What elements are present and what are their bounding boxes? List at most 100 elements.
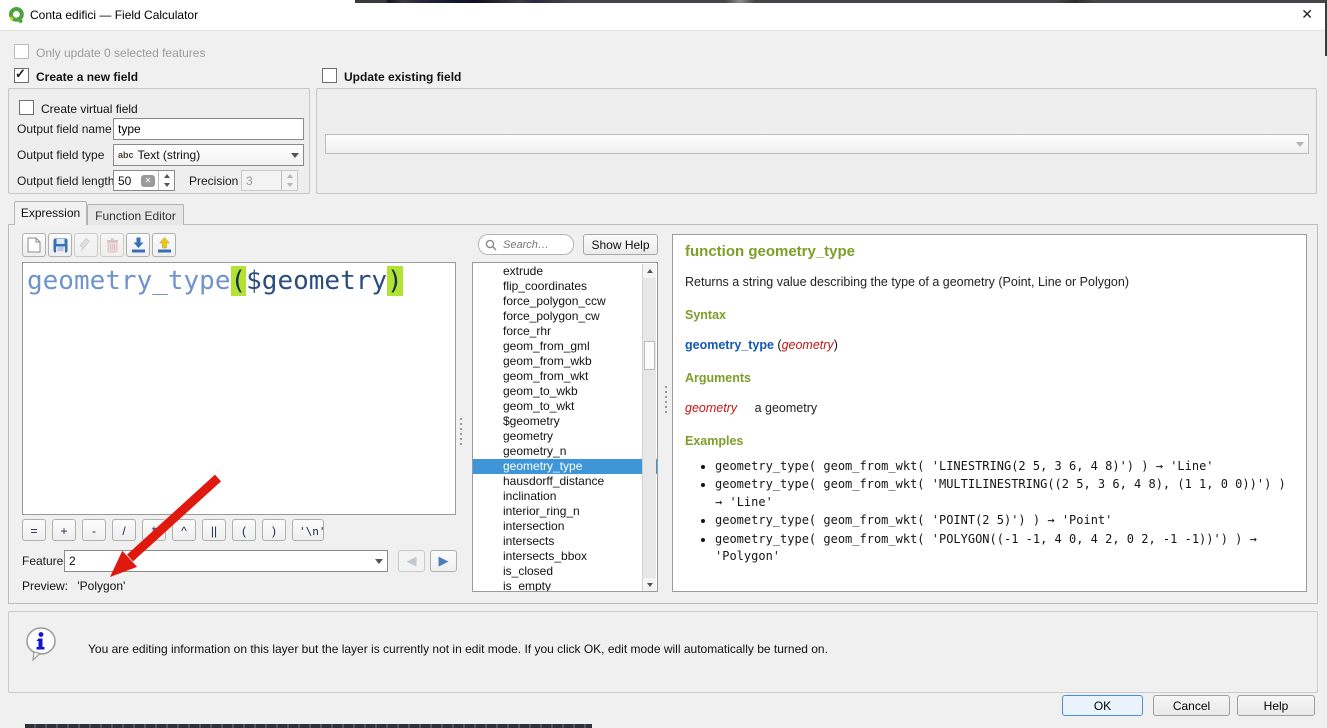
examples-list: geometry_type( geom_from_wkt( 'LINESTRIN… (685, 458, 1294, 565)
function-list-item[interactable]: extrude (473, 264, 657, 279)
function-list-item[interactable]: geom_from_gml (473, 339, 657, 354)
output-field-name-input[interactable] (113, 118, 304, 140)
function-list-item[interactable]: force_rhr (473, 324, 657, 339)
trash-icon (106, 238, 119, 253)
function-list-item-selected[interactable]: geometry_type (473, 459, 657, 474)
function-list-item[interactable]: geom_from_wkt (473, 369, 657, 384)
new-expression-button[interactable] (22, 233, 46, 257)
function-search-box[interactable] (478, 234, 574, 255)
function-list-item[interactable]: is_closed (473, 564, 657, 579)
scrollbar-thumb[interactable] (644, 341, 655, 370)
splitter-handle[interactable] (664, 386, 668, 413)
function-list-item[interactable]: flip_coordinates (473, 279, 657, 294)
checkbox-icon[interactable] (19, 100, 34, 115)
checkbox-icon (14, 44, 29, 59)
spin-buttons[interactable] (158, 171, 174, 190)
download-arrow-icon (131, 237, 146, 253)
example-code: geometry_type( geom_from_wkt( 'POLYGON((… (715, 532, 1242, 546)
output-field-length-spinbox[interactable]: 50 ✕ (113, 170, 175, 191)
help-button[interactable]: Help (1237, 695, 1315, 716)
output-field-length-value: 50 (114, 174, 141, 188)
create-new-field-label: Create a new field (36, 70, 138, 84)
background-app-strip-top (355, 0, 1327, 3)
tab-expression[interactable]: Expression (14, 201, 87, 225)
next-feature-button[interactable]: ▶ (430, 550, 457, 572)
help-description: Returns a string value describing the ty… (685, 275, 1294, 289)
function-list-item[interactable]: geom_to_wkt (473, 399, 657, 414)
result-arrow: → (715, 495, 722, 509)
argument-name: geometry (685, 401, 737, 415)
operator-plus-button[interactable]: + (52, 519, 76, 541)
create-new-field-checkbox[interactable]: Create a new field (14, 68, 138, 84)
existing-field-combo (325, 134, 1309, 154)
create-virtual-field-checkbox[interactable]: Create virtual field (19, 100, 138, 116)
help-title: function geometry_type (685, 243, 1294, 260)
blank-page-icon (27, 237, 41, 253)
function-list-item[interactable]: intersects (473, 534, 657, 549)
example-result: 'Point' (1062, 513, 1113, 527)
close-icon[interactable]: ✕ (1301, 6, 1313, 23)
function-list-item[interactable]: hausdorff_distance (473, 474, 657, 489)
tab-expression-label: Expression (21, 206, 80, 220)
function-list-item[interactable]: force_polygon_ccw (473, 294, 657, 309)
feature-value: 2 (69, 554, 76, 568)
function-list-item[interactable]: geom_to_wkb (473, 384, 657, 399)
syntax-function-name: geometry_type (685, 338, 774, 352)
examples-heading: Examples (685, 434, 1294, 448)
function-list-scrollbar[interactable] (642, 264, 656, 592)
operator-newline-button[interactable]: '\n' (292, 519, 324, 541)
edit-mode-warning: You are editing information on this laye… (88, 642, 1188, 656)
function-search-input[interactable] (501, 238, 565, 252)
precision-spinbox: 3 (241, 170, 298, 191)
operator-equals-button[interactable]: = (22, 519, 46, 541)
cancel-button[interactable]: Cancel (1153, 695, 1230, 716)
function-list-item[interactable]: intersects_bbox (473, 549, 657, 564)
ok-button[interactable]: OK (1062, 695, 1143, 716)
chevron-down-icon (1296, 142, 1304, 147)
function-list-item[interactable]: geometry_n (473, 444, 657, 459)
operator-close-paren-button[interactable]: ) (262, 519, 286, 541)
function-list-item[interactable]: interior_ring_n (473, 504, 657, 519)
syntax-open-paren: ( (774, 338, 782, 352)
function-list-item[interactable]: $geometry (473, 414, 657, 429)
background-app-strip-bottom (25, 724, 592, 728)
function-list-item[interactable]: is_empty (473, 579, 657, 592)
back-arrow-icon: ◀ (407, 553, 417, 568)
arguments-heading: Arguments (685, 371, 1294, 385)
checkbox-checked-icon[interactable] (14, 68, 29, 83)
function-list[interactable]: extrude flip_coordinates force_polygon_c… (472, 262, 658, 592)
only-update-selected-label: Only update 0 selected features (36, 46, 205, 60)
tab-function-editor[interactable]: Function Editor (87, 204, 184, 225)
pencil-icon (79, 238, 93, 252)
splitter-handle[interactable] (459, 418, 463, 445)
update-existing-field-group (316, 88, 1317, 194)
chevron-down-icon (375, 559, 383, 564)
show-help-button[interactable]: Show Help (583, 234, 658, 255)
function-list-item[interactable]: intersection (473, 519, 657, 534)
update-existing-field-checkbox[interactable]: Update existing field (322, 68, 461, 84)
title-bar: Conta edifici — Field Calculator ✕ (0, 0, 1327, 31)
floppy-disk-icon (53, 238, 68, 253)
save-expression-button[interactable] (48, 233, 72, 257)
checkbox-icon[interactable] (322, 68, 337, 83)
example-item: geometry_type( geom_from_wkt( 'MULTILINE… (715, 476, 1294, 511)
example-code: geometry_type( geom_from_wkt( 'MULTILINE… (715, 477, 1286, 491)
forward-arrow-icon: ▶ (439, 553, 449, 568)
function-list-item[interactable]: geometry (473, 429, 657, 444)
import-expressions-button[interactable] (126, 233, 150, 257)
syntax-close-paren: ) (834, 338, 838, 352)
scroll-up-icon[interactable] (643, 264, 656, 278)
clear-icon[interactable]: ✕ (141, 175, 155, 187)
scroll-down-icon[interactable] (643, 578, 656, 592)
output-field-type-combo[interactable]: abc Text (string) (113, 144, 304, 166)
output-field-length-label: Output field length (17, 174, 114, 188)
text-type-icon: abc (118, 150, 134, 160)
function-list-item[interactable]: inclination (473, 489, 657, 504)
output-field-type-label: Output field type (17, 148, 104, 162)
export-expressions-button[interactable] (152, 233, 176, 257)
syntax-heading: Syntax (685, 308, 1294, 322)
expression-close-paren: ) (387, 266, 403, 296)
function-list-item[interactable]: force_polygon_cw (473, 309, 657, 324)
result-arrow: → (1250, 532, 1257, 546)
function-list-item[interactable]: geom_from_wkb (473, 354, 657, 369)
